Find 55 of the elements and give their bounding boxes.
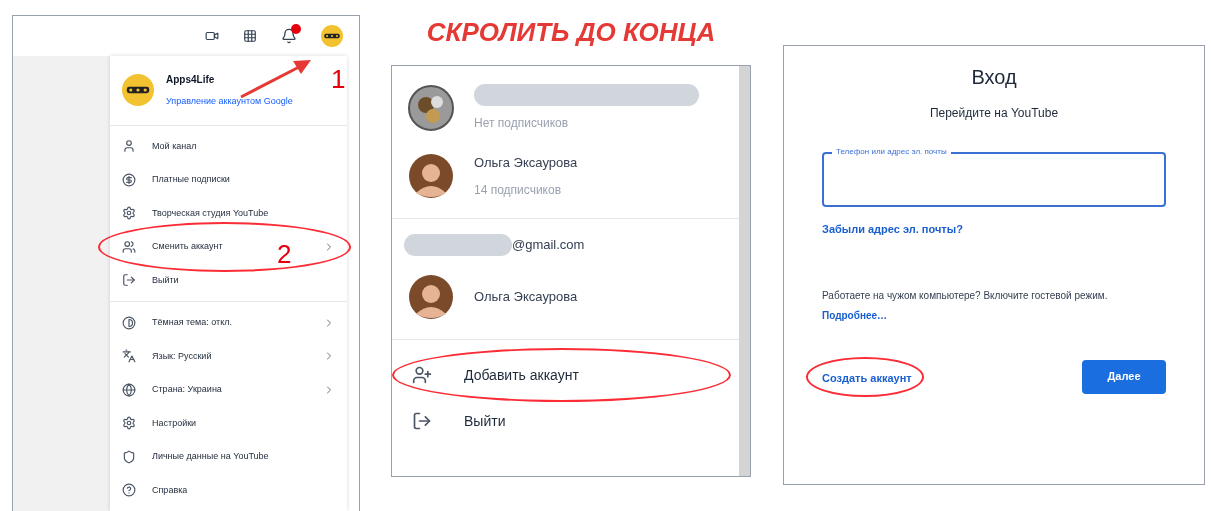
menu-item[interactable]: Творческая студия YouTube: [152, 206, 269, 220]
settings-icon: [122, 206, 136, 221]
subscriber-count: 14 подписчиков: [474, 181, 563, 199]
translate-icon: [122, 349, 136, 364]
forgot-email-link[interactable]: Забыли адрес эл. почты?: [822, 221, 963, 238]
menu-item[interactable]: Выйти: [152, 273, 179, 287]
manage-account-link[interactable]: Управление аккаунтом Google: [166, 95, 293, 109]
menu-item[interactable]: Личные данные на YouTube: [152, 450, 269, 464]
avatar-icon: [321, 25, 343, 47]
help-icon: [122, 483, 136, 498]
sign-in-title: Вход: [970, 65, 1018, 90]
subscriber-count: Нет подписчиков: [474, 115, 570, 132]
people-icon: [122, 239, 136, 254]
scrollbar[interactable]: [739, 66, 750, 476]
account-row[interactable]: Ольга Эксаурова 14 подписчиков: [392, 142, 739, 210]
menu-item[interactable]: Выйти: [464, 410, 506, 432]
exit-icon: [412, 411, 432, 431]
menu-item[interactable]: Страна: Украина: [152, 383, 222, 397]
field-label: Телефон или адрес эл. почты: [832, 146, 951, 158]
person-icon: [122, 139, 136, 154]
menu-item[interactable]: Мой канал: [152, 139, 197, 153]
video-camera-icon[interactable]: [205, 29, 219, 43]
avatar-icon: [122, 74, 154, 107]
add-person-icon: [412, 365, 432, 385]
create-account-link[interactable]: Создать аккаунт: [822, 371, 912, 384]
globe-icon: [122, 382, 136, 397]
menu-item[interactable]: Справка: [152, 483, 188, 497]
email-address: @gmail.com: [512, 236, 585, 255]
menu-item[interactable]: Сменить аккаунт: [152, 240, 223, 254]
avatar-icon: [408, 153, 454, 199]
notifications-icon[interactable]: [281, 28, 297, 44]
account-name: Apps4Life: [166, 73, 216, 87]
avatar-icon: [408, 274, 454, 320]
menu-item[interactable]: Настройки: [152, 416, 197, 430]
menu-item[interactable]: Язык: Русский: [152, 349, 212, 363]
apps-grid-icon[interactable]: [243, 29, 257, 43]
account-name: Ольга Эксаурова: [474, 154, 578, 173]
menu-item[interactable]: Добавить аккаунт: [464, 364, 579, 386]
settings-icon: [122, 416, 136, 431]
step-number: 2: [277, 238, 292, 271]
shield-icon: [122, 449, 136, 464]
menu-item[interactable]: Платные подписки: [152, 173, 230, 187]
instruction-title: СКРОЛИТЬ ДО КОНЦА: [426, 16, 716, 49]
account-name: Ольга Эксаурова: [474, 288, 578, 307]
account-row[interactable]: Ольга Эксаурова: [392, 263, 739, 331]
guest-mode-note: Работаете на чужом компьютере? Включите гостевой режим. Подробнее…: [822, 288, 1109, 323]
sign-in-subtitle: Перейдите на YouTube: [928, 105, 1060, 122]
exit-icon: [122, 273, 136, 288]
learn-more-link[interactable]: Подробнее…: [822, 309, 888, 321]
contrast-icon: [122, 315, 136, 330]
step-number: 1: [331, 63, 346, 96]
coin-icon: [122, 172, 136, 187]
next-button[interactable]: Далее: [1082, 359, 1166, 394]
menu-item[interactable]: Тёмная тема: откл.: [152, 316, 232, 330]
avatar-icon: [408, 85, 454, 131]
